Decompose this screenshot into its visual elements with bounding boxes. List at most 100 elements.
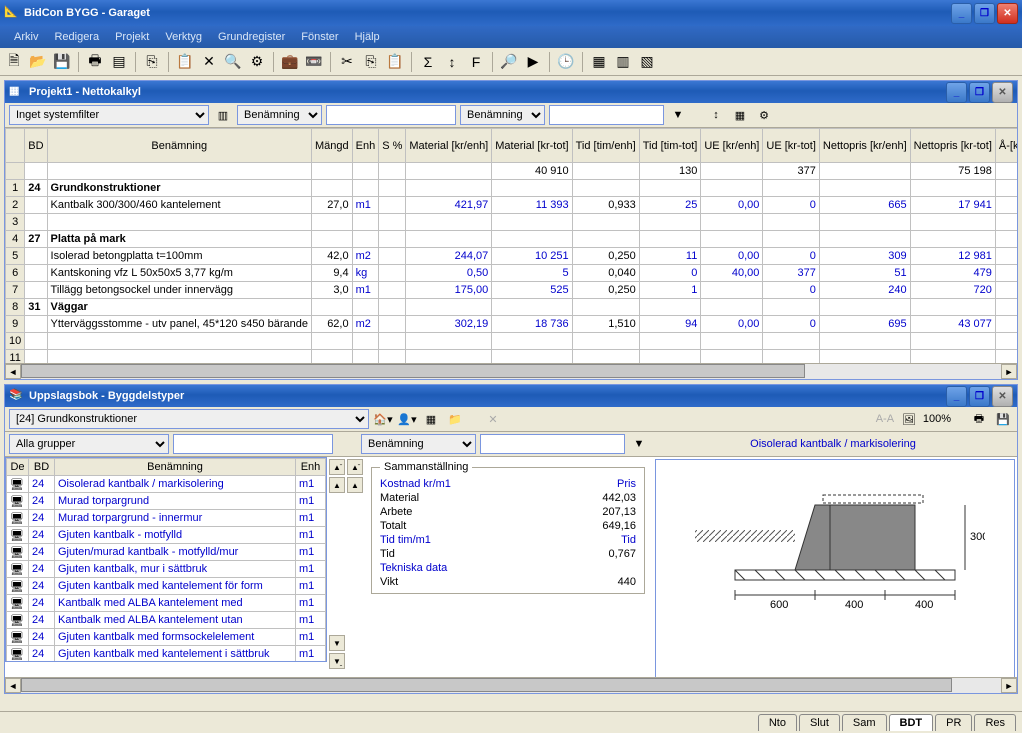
table-row[interactable]: 9Ytterväggsstomme - utv panel, 45*120 s4… xyxy=(6,316,1018,333)
category-select[interactable]: [24] Grundkonstruktioner xyxy=(9,409,369,429)
col-header[interactable]: UE [kr-tot] xyxy=(763,129,820,163)
mid-top-icon[interactable]: ▲̄ xyxy=(347,459,363,475)
project-grid[interactable]: BDBenämningMängdEnhS %Material [kr/enh]M… xyxy=(5,128,1017,363)
list-bottom-icon[interactable]: ▼̱ xyxy=(329,653,345,669)
list-item[interactable]: 🖥24Gjuten kantbalk med formsockelelement… xyxy=(7,629,326,646)
search-icon[interactable]: 🔍 xyxy=(223,52,243,72)
print-preview-icon[interactable]: ▤ xyxy=(109,52,129,72)
table-row[interactable]: 7Tillägg betongsockel under innervägg3,0… xyxy=(6,282,1018,299)
table-row[interactable]: 3 xyxy=(6,214,1018,231)
items-list[interactable]: De BD Benämning Enh 🖥24Oisolerad kantbal… xyxy=(5,457,327,662)
disk1-icon[interactable]: 💼 xyxy=(280,52,300,72)
menu-hjalp[interactable]: Hjälp xyxy=(347,29,388,45)
col-header[interactable]: BD xyxy=(25,129,47,163)
print-icon2[interactable]: 🖶 xyxy=(969,409,989,429)
proj-close-button[interactable]: ✕ xyxy=(992,82,1013,103)
folder-icon[interactable]: 📁 xyxy=(445,409,465,429)
save-icon[interactable]: 💾 xyxy=(52,52,72,72)
find-icon[interactable]: 🔎 xyxy=(499,52,519,72)
upp-close-button[interactable]: ✕ xyxy=(992,386,1013,407)
maximize-button[interactable]: ❐ xyxy=(974,3,995,24)
minimize-button[interactable]: _ xyxy=(951,3,972,24)
col-header[interactable]: Tid [tim/enh] xyxy=(572,129,639,163)
group-select[interactable]: Alla grupper xyxy=(9,434,169,454)
col-header[interactable]: Enh xyxy=(352,129,379,163)
upp-scrollbar[interactable]: ◄ ► xyxy=(5,677,1017,693)
item-icon[interactable]: 📋 xyxy=(175,52,195,72)
list-item[interactable]: 🖥24Gjuten kantbalk med kantelement i sät… xyxy=(7,646,326,663)
tab-res[interactable]: Res xyxy=(974,714,1016,731)
tool-icon[interactable]: ⚙ xyxy=(754,105,774,125)
menu-redigera[interactable]: Redigera xyxy=(46,29,107,45)
systemfilter-select[interactable]: Inget systemfilter xyxy=(9,105,209,125)
paste-icon[interactable]: 📋 xyxy=(385,52,405,72)
tab-bdt[interactable]: BDT xyxy=(889,714,934,731)
col-header[interactable]: Benämning xyxy=(47,129,311,163)
tab-sam[interactable]: Sam xyxy=(842,714,887,731)
save-icon2[interactable]: 💾 xyxy=(993,409,1013,429)
sort-icon[interactable]: ↕ xyxy=(706,105,726,125)
col-header[interactable]: S % xyxy=(379,129,406,163)
table-row[interactable]: 427Platta på mark xyxy=(6,231,1018,248)
table-row[interactable]: 6Kantskoning vfz L 50x50x5 3,77 kg/m9,4k… xyxy=(6,265,1018,282)
cut-icon[interactable]: ✂ xyxy=(337,52,357,72)
list-item[interactable]: 🖥24Oisolerad kantbalk / markisoleringm1 xyxy=(7,476,326,493)
delete-icon[interactable]: ✕ xyxy=(199,52,219,72)
grid-icon2[interactable]: ▦ xyxy=(421,409,441,429)
proj-minimize-button[interactable]: _ xyxy=(946,82,967,103)
delete-icon2[interactable]: ✕ xyxy=(483,409,503,429)
menu-arkiv[interactable]: Arkiv xyxy=(6,29,46,45)
funnel-icon[interactable]: ▼ xyxy=(668,105,688,125)
list-item[interactable]: 🖥24Gjuten kantbalk med kantelement för f… xyxy=(7,578,326,595)
list-down-icon[interactable]: ▼ xyxy=(329,635,345,651)
font-icon[interactable]: F xyxy=(466,52,486,72)
menu-projekt[interactable]: Projekt xyxy=(107,29,157,45)
mid-up-icon[interactable]: ▲ xyxy=(347,477,363,493)
menu-fonster[interactable]: Fönster xyxy=(293,29,346,45)
goto-icon[interactable]: ▶ xyxy=(523,52,543,72)
list-item[interactable]: 🖥24Murad torpargrundm1 xyxy=(7,493,326,510)
image-icon[interactable]: 🖼 xyxy=(899,409,919,429)
filter-input-1[interactable] xyxy=(326,105,456,125)
upp-scroll-left-icon[interactable]: ◄ xyxy=(5,678,21,693)
copy-row-icon[interactable]: ⎘ xyxy=(142,52,162,72)
group-input[interactable] xyxy=(173,434,333,454)
filter-input-2[interactable] xyxy=(549,105,664,125)
proj-maximize-button[interactable]: ❐ xyxy=(969,82,990,103)
col-select-2[interactable]: Benämning xyxy=(460,105,545,125)
col-header[interactable]: Mängd xyxy=(311,129,352,163)
upp-minimize-button[interactable]: _ xyxy=(946,386,967,407)
tab-pr[interactable]: PR xyxy=(935,714,972,731)
col-header[interactable]: Tid [tim-tot] xyxy=(639,129,701,163)
table-row[interactable]: 831Väggar xyxy=(6,299,1018,316)
col-header[interactable]: UE [kr/enh] xyxy=(701,129,763,163)
grid-icon[interactable]: ▦ xyxy=(730,105,750,125)
scroll-right-icon[interactable]: ► xyxy=(1001,364,1017,379)
new-icon[interactable]: 🗎 xyxy=(4,52,24,72)
col-header[interactable]: Å-[k xyxy=(995,129,1017,163)
tile-h-icon[interactable]: ▦ xyxy=(589,52,609,72)
close-button[interactable]: ✕ xyxy=(997,3,1018,24)
tab-slut[interactable]: Slut xyxy=(799,714,840,731)
home-icon[interactable]: 🏠▾ xyxy=(373,409,393,429)
open-icon[interactable]: 📂 xyxy=(28,52,48,72)
list-item[interactable]: 🖥24Gjuten kantbalk, mur i sättbrukm1 xyxy=(7,561,326,578)
list-item[interactable]: 🖥24Gjuten/murad kantbalk - motfylld/murm… xyxy=(7,544,326,561)
list-item[interactable]: 🖥24Kantbalk med ALBA kantelement medm1 xyxy=(7,595,326,612)
tile-v-icon[interactable]: ▥ xyxy=(613,52,633,72)
compute-icon[interactable]: ⚙ xyxy=(247,52,267,72)
aa-icon[interactable]: A-A xyxy=(875,409,895,429)
menu-verktyg[interactable]: Verktyg xyxy=(157,29,210,45)
upp-scroll-right-icon[interactable]: ► xyxy=(1001,678,1017,693)
clock-icon[interactable]: 🕒 xyxy=(556,52,576,72)
sum-icon[interactable]: Σ xyxy=(418,52,438,72)
cascade-icon[interactable]: ▧ xyxy=(637,52,657,72)
copy-icon[interactable]: ⎘ xyxy=(361,52,381,72)
table-row[interactable]: 124Grundkonstruktioner xyxy=(6,180,1018,197)
person-icon[interactable]: 👤▾ xyxy=(397,409,417,429)
funnel-icon2[interactable]: ▼ xyxy=(629,434,649,454)
sort-icon[interactable]: ↕ xyxy=(442,52,462,72)
col-header[interactable]: Material [kr/enh] xyxy=(406,129,492,163)
disk2-icon[interactable]: 📼 xyxy=(304,52,324,72)
col-header[interactable]: Nettopris [kr/enh] xyxy=(819,129,910,163)
